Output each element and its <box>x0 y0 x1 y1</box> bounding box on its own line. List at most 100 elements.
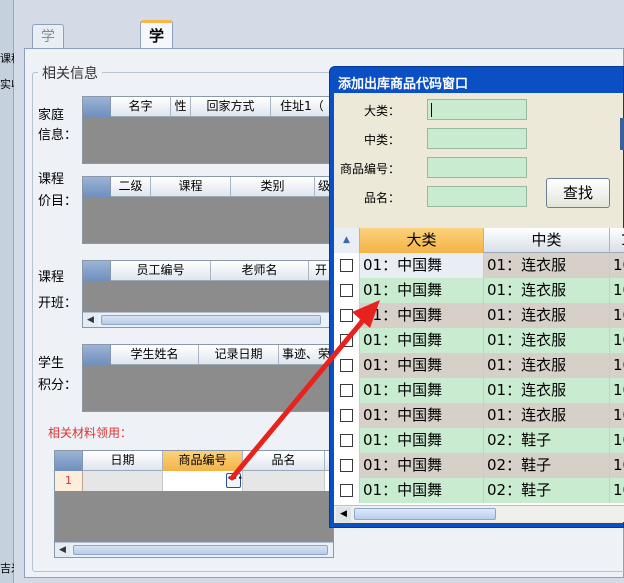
category-cell[interactable]: 01：中国舞 <box>360 428 484 453</box>
table-row[interactable]: 01：中国舞01：连衣服10 <box>334 278 624 303</box>
row-checkbox[interactable] <box>340 309 353 322</box>
column-header-category[interactable]: 大类 <box>360 228 484 253</box>
code-cell[interactable]: 10 <box>610 428 624 453</box>
scroll-thumb[interactable] <box>101 315 321 325</box>
product-code-input[interactable] <box>427 157 527 178</box>
row-checkbox[interactable] <box>340 359 353 372</box>
tab-student-enrollment[interactable]: 学生报名录入 <box>32 24 64 165</box>
table-row[interactable]: 01：中国舞02：鞋子10 <box>334 428 624 453</box>
subcategory-input[interactable] <box>427 128 527 149</box>
category-cell[interactable]: 01：中国舞 <box>360 478 484 503</box>
row-checkbox[interactable] <box>340 409 353 422</box>
code-cell[interactable]: 10 <box>610 278 624 303</box>
row-checkbox[interactable] <box>340 284 353 297</box>
column-header[interactable]: 事迹、荣 <box>279 345 331 365</box>
code-cell[interactable]: 10 <box>610 253 624 278</box>
horizontal-scrollbar[interactable]: ◀ <box>55 542 333 557</box>
materials-grid[interactable]: 日期 商品编号 品名 1 ◀ <box>54 450 334 558</box>
find-button[interactable]: 查找 <box>546 178 610 208</box>
related-info-title: 相关信息 <box>38 63 102 83</box>
family-info-grid[interactable]: 名字 性 回家方式 住址1（ <box>82 96 332 164</box>
product-grid[interactable]: ▲ 大类 中类 10 01：中国舞01：连衣服1001：中国舞01：连衣服100… <box>334 228 624 505</box>
subcategory-cell[interactable]: 01：连衣服 <box>484 253 610 278</box>
column-header[interactable]: 老师名 <box>211 261 309 281</box>
row-checkbox[interactable] <box>340 484 353 497</box>
product-grid-scrollbar[interactable]: ◀ <box>334 505 624 522</box>
product-name-input[interactable] <box>427 186 527 207</box>
category-cell[interactable]: 01：中国舞 <box>360 453 484 478</box>
tab-student-records[interactable]: 学生相关记录 <box>140 20 174 175</box>
row-checkbox[interactable] <box>340 459 353 472</box>
row-checkbox[interactable] <box>340 259 353 272</box>
subcategory-cell[interactable]: 01：连衣服 <box>484 328 610 353</box>
table-row[interactable]: 01：中国舞01：连衣服10 <box>334 328 624 353</box>
scroll-left-arrow-icon[interactable]: ◀ <box>55 543 70 557</box>
course-class-label-line1: 课程 <box>38 270 65 285</box>
column-header[interactable]: 课程 <box>151 177 231 197</box>
scroll-left-arrow-icon[interactable]: ◀ <box>336 507 351 522</box>
category-cell[interactable]: 01：中国舞 <box>360 403 484 428</box>
column-header[interactable]: 名字 <box>111 97 171 117</box>
category-cell[interactable]: 01：中国舞 <box>360 328 484 353</box>
date-cell[interactable] <box>83 471 163 491</box>
category-cell[interactable]: 01：中国舞 <box>360 253 484 278</box>
scroll-thumb[interactable] <box>73 545 328 555</box>
column-header[interactable]: 商品编号 <box>163 451 243 471</box>
ellipsis-browse-button[interactable]: ••• <box>226 473 243 488</box>
column-header[interactable]: 性 <box>171 97 191 117</box>
subcategory-cell[interactable]: 01：连衣服 <box>484 353 610 378</box>
code-cell[interactable]: 10 <box>610 378 624 403</box>
product-name-cell[interactable] <box>243 471 325 491</box>
column-header[interactable]: 回家方式 <box>191 97 271 117</box>
course-class-grid[interactable]: 员工编号 老师名 开 ◀ <box>82 260 332 328</box>
row-checkbox[interactable] <box>340 434 353 447</box>
table-row[interactable]: 01：中国舞01：连衣服10 <box>334 353 624 378</box>
points-grid[interactable]: 学生姓名 记录日期 事迹、荣 <box>82 344 332 412</box>
column-header[interactable]: 记录日期 <box>199 345 279 365</box>
subcategory-cell[interactable]: 01：连衣服 <box>484 278 610 303</box>
code-cell[interactable]: 10 <box>610 478 624 503</box>
column-header[interactable]: 住址1（ <box>271 97 331 117</box>
column-header-subcategory[interactable]: 中类 <box>484 228 610 253</box>
table-row[interactable]: 1 <box>55 471 333 491</box>
column-header[interactable]: 品名 <box>243 451 325 471</box>
scroll-thumb[interactable] <box>354 508 496 520</box>
code-cell[interactable]: 10 <box>610 303 624 328</box>
column-header[interactable]: 类别 <box>231 177 315 197</box>
table-row[interactable]: 01：中国舞01：连衣服10 <box>334 303 624 328</box>
row-checkbox[interactable] <box>340 384 353 397</box>
scroll-left-arrow-icon[interactable]: ◀ <box>83 313 98 327</box>
category-cell[interactable]: 01：中国舞 <box>360 278 484 303</box>
category-cell[interactable]: 01：中国舞 <box>360 353 484 378</box>
code-cell[interactable]: 10 <box>610 453 624 478</box>
column-header[interactable]: 二级 <box>111 177 151 197</box>
row-checkbox[interactable] <box>340 334 353 347</box>
column-header[interactable]: 日期 <box>83 451 163 471</box>
category-input[interactable] <box>427 99 527 120</box>
subcategory-cell[interactable]: 02：鞋子 <box>484 478 610 503</box>
course-price-grid[interactable]: 二级 课程 类别 级 <box>82 176 332 244</box>
table-row[interactable]: 01：中国舞01：连衣服10 <box>334 378 624 403</box>
table-row[interactable]: 01：中国舞02：鞋子10 <box>334 478 624 503</box>
column-header-code[interactable]: 10 <box>610 228 624 253</box>
subcategory-cell[interactable]: 01：连衣服 <box>484 378 610 403</box>
table-row[interactable]: 01：中国舞01：连衣服10 <box>334 253 624 278</box>
horizontal-scrollbar[interactable]: ◀ <box>83 312 331 327</box>
subcategory-cell[interactable]: 01：连衣服 <box>484 403 610 428</box>
category-cell[interactable]: 01：中国舞 <box>360 378 484 403</box>
code-cell[interactable]: 10 <box>610 403 624 428</box>
category-cell[interactable]: 01：中国舞 <box>360 303 484 328</box>
column-header[interactable]: 学生姓名 <box>111 345 199 365</box>
subcategory-cell[interactable]: 02：鞋子 <box>484 453 610 478</box>
subcategory-cell[interactable]: 01：连衣服 <box>484 303 610 328</box>
code-cell[interactable]: 10 <box>610 328 624 353</box>
code-cell[interactable]: 10 <box>610 353 624 378</box>
sort-up-icon[interactable]: ▲ <box>334 228 360 253</box>
table-row[interactable]: 01：中国舞01：连衣服10 <box>334 403 624 428</box>
table-row[interactable]: 01：中国舞02：鞋子10 <box>334 453 624 478</box>
dialog-title: 添加出库商品代码窗口 <box>338 77 469 92</box>
column-header[interactable]: 员工编号 <box>111 261 211 281</box>
subcategory-cell[interactable]: 02：鞋子 <box>484 428 610 453</box>
product-code-label: 商品编号： <box>339 162 400 176</box>
grid-header: 日期 商品编号 品名 <box>55 451 333 471</box>
